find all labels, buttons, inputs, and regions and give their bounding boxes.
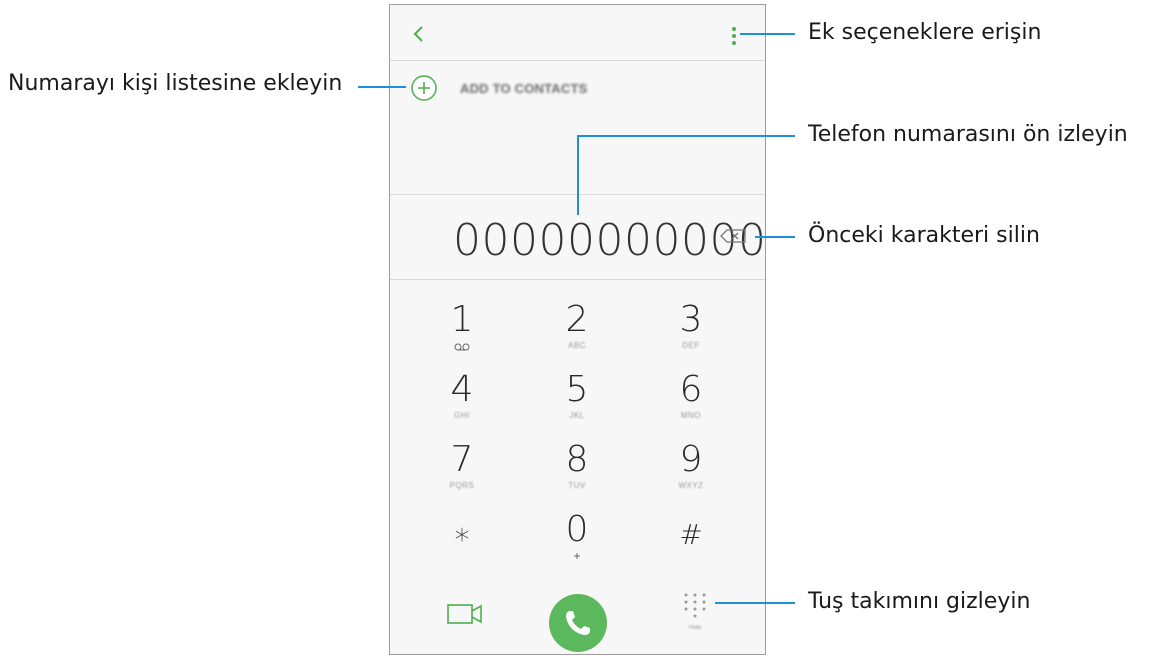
divider bbox=[390, 60, 765, 61]
callout-line-preview bbox=[577, 135, 795, 137]
key-5[interactable]: 5 JKL bbox=[522, 371, 632, 441]
key-hash[interactable]: # bbox=[636, 516, 746, 586]
divider bbox=[390, 279, 765, 280]
key-8[interactable]: 8 TUV bbox=[522, 441, 632, 511]
key-digit: 9 bbox=[679, 439, 703, 480]
callout-hide-keypad: Tuş takımını gizleyin bbox=[808, 589, 1031, 614]
add-contact-icon[interactable] bbox=[410, 74, 438, 102]
video-call-icon[interactable] bbox=[446, 600, 484, 628]
key-digit: ∗ bbox=[452, 517, 472, 552]
callout-add-to-contacts: Numarayı kişi listesine ekleyin bbox=[8, 71, 343, 96]
app-bar bbox=[390, 5, 765, 61]
key-digit: 8 bbox=[565, 439, 589, 480]
key-digit: 4 bbox=[450, 369, 474, 410]
key-7[interactable]: 7 PQRS bbox=[407, 441, 517, 511]
key-letters: GHI bbox=[454, 411, 470, 420]
callout-line-hide bbox=[715, 602, 795, 604]
backspace-icon[interactable] bbox=[719, 228, 747, 244]
more-options-icon[interactable] bbox=[728, 25, 740, 49]
key-digit: # bbox=[679, 518, 703, 551]
key-digit: 6 bbox=[679, 369, 703, 410]
back-icon[interactable] bbox=[408, 23, 430, 45]
key-digit: 3 bbox=[679, 299, 703, 340]
add-to-contacts-label[interactable]: ADD TO CONTACTS bbox=[460, 81, 587, 96]
key-digit: 1 bbox=[450, 299, 474, 340]
key-letters: PQRS bbox=[449, 481, 475, 490]
keypad-hide-icon bbox=[684, 593, 706, 618]
key-digit: 5 bbox=[565, 369, 589, 410]
key-letters: TUV bbox=[568, 481, 586, 490]
key-letters: + bbox=[573, 549, 581, 563]
callout-line-add bbox=[358, 86, 406, 88]
hide-keypad-button[interactable]: Hide bbox=[682, 591, 708, 635]
key-digit: 7 bbox=[450, 439, 474, 480]
phone-screen: ADD TO CONTACTS 00000000000 1 2 ABC 3 DE… bbox=[389, 4, 766, 655]
voicemail-icon bbox=[454, 343, 470, 351]
key-letters: WXYZ bbox=[678, 481, 704, 490]
key-3[interactable]: 3 DEF bbox=[636, 301, 746, 371]
key-1[interactable]: 1 bbox=[407, 301, 517, 371]
key-6[interactable]: 6 MNO bbox=[636, 371, 746, 441]
callout-preview-number: Telefon numarasını ön izleyin bbox=[808, 122, 1128, 147]
callout-more-options: Ek seçeneklere erişin bbox=[808, 20, 1042, 45]
key-2[interactable]: 2 ABC bbox=[522, 301, 632, 371]
callout-delete-char: Önceki karakteri silin bbox=[808, 223, 1040, 248]
phone-icon bbox=[566, 611, 590, 635]
hide-label: Hide bbox=[688, 625, 702, 631]
key-letters: JKL bbox=[569, 411, 585, 420]
key-digit: 2 bbox=[565, 299, 589, 340]
add-to-contacts-row[interactable]: ADD TO CONTACTS bbox=[390, 63, 765, 113]
key-letters: MNO bbox=[680, 411, 702, 420]
key-0[interactable]: 0 + bbox=[522, 511, 632, 581]
key-digit: 0 bbox=[565, 509, 589, 550]
key-letters: ABC bbox=[568, 341, 586, 350]
key-4[interactable]: 4 GHI bbox=[407, 371, 517, 441]
key-star[interactable]: ∗ bbox=[407, 516, 517, 586]
call-button[interactable] bbox=[549, 594, 607, 652]
key-9[interactable]: 9 WXYZ bbox=[636, 441, 746, 511]
callout-line-delete bbox=[755, 236, 795, 238]
key-letters: DEF bbox=[682, 341, 700, 350]
callout-line-more bbox=[740, 33, 795, 35]
callout-line-preview-vertical bbox=[577, 135, 579, 215]
